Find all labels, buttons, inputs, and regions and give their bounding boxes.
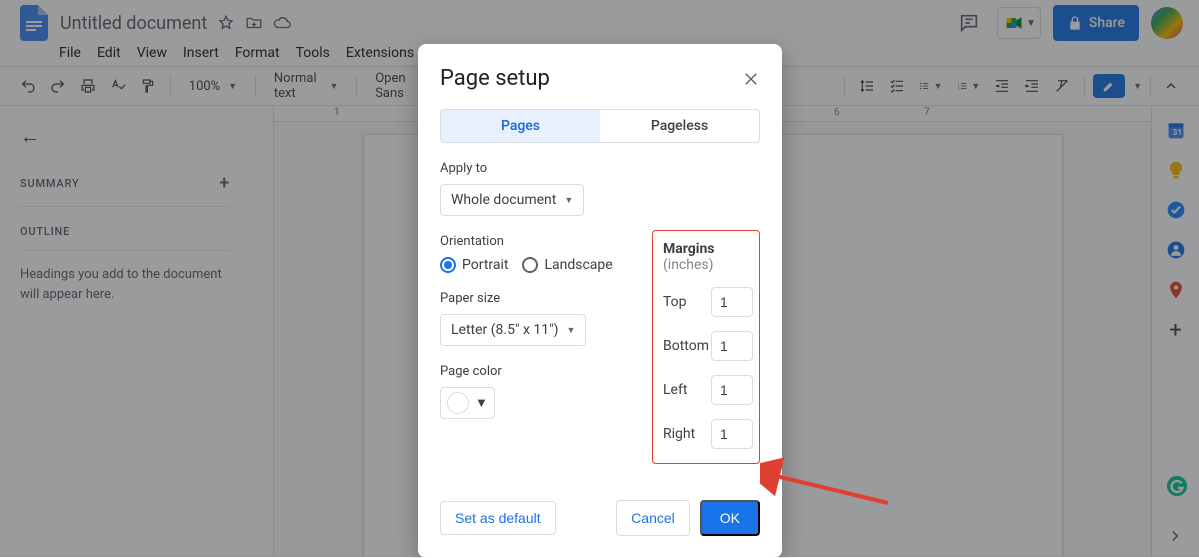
dialog-title: Page setup [440,66,550,91]
apply-to-select[interactable]: Whole document▼ [440,184,584,216]
margin-left-input[interactable] [711,375,753,405]
page-setup-dialog: Page setup Pages Pageless Apply to Whole… [418,44,782,558]
paper-size-select[interactable]: Letter (8.5" x 11")▼ [440,314,586,346]
paper-size-label: Paper size [440,291,632,306]
margin-bottom-label: Bottom [663,338,709,354]
margin-top-label: Top [663,294,687,310]
chevron-down-icon: ▼ [566,325,575,336]
set-as-default-button[interactable]: Set as default [440,501,556,535]
color-swatch [447,392,469,414]
chevron-down-icon: ▼ [564,195,573,206]
orientation-radio-group: Portrait Landscape [440,257,632,273]
margin-right-label: Right [663,426,695,442]
apply-to-label: Apply to [440,161,760,176]
ok-button[interactable]: OK [700,500,760,536]
margins-highlight-box: Margins (inches) Top Bottom Left Right [652,230,760,464]
page-setup-tabs: Pages Pageless [440,109,760,143]
orientation-landscape-radio[interactable]: Landscape [522,257,612,273]
orientation-portrait-radio[interactable]: Portrait [440,257,508,273]
close-icon[interactable] [742,70,760,88]
orientation-label: Orientation [440,234,632,249]
page-color-select[interactable]: ▼ [440,387,495,419]
margin-left-label: Left [663,382,687,398]
margin-bottom-input[interactable] [711,331,753,361]
page-color-label: Page color [440,364,632,379]
tab-pageless[interactable]: Pageless [600,110,759,142]
cancel-button[interactable]: Cancel [616,500,690,536]
margins-label: Margins (inches) [663,241,753,273]
margin-right-input[interactable] [711,419,753,449]
margin-top-input[interactable] [711,287,753,317]
chevron-down-icon: ▼ [475,395,488,411]
tab-pages[interactable]: Pages [441,110,600,142]
